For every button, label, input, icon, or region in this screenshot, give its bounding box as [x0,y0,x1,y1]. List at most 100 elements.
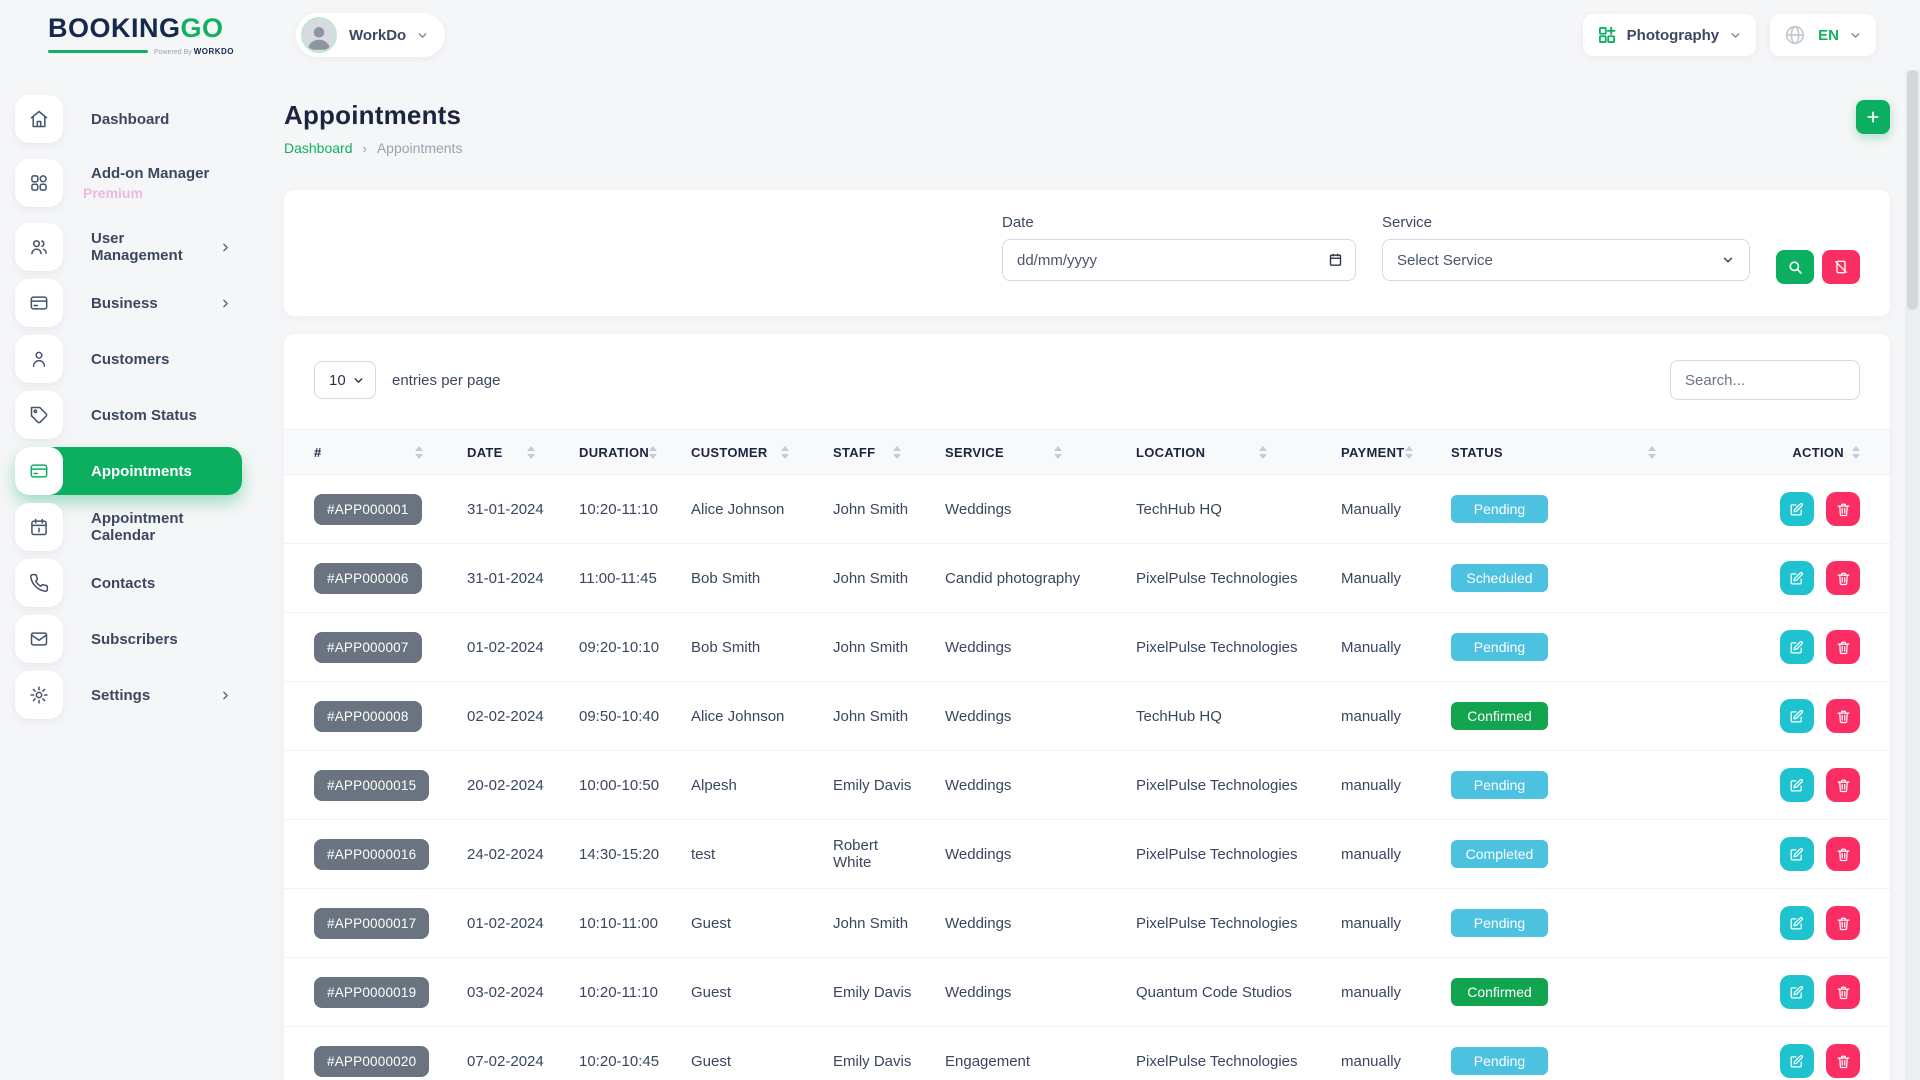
delete-button[interactable] [1826,768,1860,802]
trash-icon [1836,571,1851,586]
chevron-right-icon [219,297,232,310]
date-cell: 01-02-2024 [437,889,549,958]
entries-per-page-label: entries per page [392,372,500,389]
action-cell [1700,475,1890,544]
sidebar-item-appointment-calendar[interactable]: Appointment Calendar [15,503,242,551]
delete-button[interactable] [1826,561,1860,595]
edit-button[interactable] [1780,837,1814,871]
appointment-id-badge: #APP000007 [314,632,422,663]
date-input[interactable] [1002,239,1356,281]
main-content: Appointments Dashboard › Appointments D [266,70,1920,1080]
workspace-dropdown[interactable]: WorkDo [296,13,445,57]
table-row: #APP000001 31-01-2024 10:20-11:10 Alice … [284,475,1890,544]
breadcrumb: Dashboard › Appointments [284,140,462,156]
appointment-id-cell: #APP000006 [284,544,437,613]
edit-button[interactable] [1780,975,1814,1009]
table-row: #APP000008 02-02-2024 09:50-10:40 Alice … [284,682,1890,751]
col-header-customer[interactable]: CUSTOMER [661,430,803,475]
edit-button[interactable] [1780,630,1814,664]
payment-cell: Manually [1311,613,1421,682]
service-cell: Weddings [915,751,1106,820]
appointment-id-badge: #APP0000017 [314,908,429,939]
service-select[interactable]: Select Service [1382,239,1750,281]
action-cell [1700,889,1890,958]
language-switcher[interactable]: EN [1770,14,1876,56]
col-header-date[interactable]: DATE [437,430,549,475]
payment-cell: manually [1311,751,1421,820]
topbar: BOOKINGGO Powered By WORKDO WorkDo Photo… [0,0,1920,70]
sidebar-item-business[interactable]: Business [15,279,242,327]
edit-button[interactable] [1780,561,1814,595]
apply-filter-button[interactable] [1776,250,1814,284]
appointments-table: # DATE DURATION CUSTOMER STAFF SERVICE L… [284,429,1890,1080]
sidebar-item-contacts[interactable]: Contacts [15,559,242,607]
duration-cell: 11:00-11:45 [549,544,661,613]
payment-cell: Manually [1311,544,1421,613]
delete-button[interactable] [1826,1044,1860,1078]
module-label: Photography [1627,27,1720,44]
sidebar-item-subscribers[interactable]: Subscribers [15,615,242,663]
service-cell: Weddings [915,475,1106,544]
delete-button[interactable] [1826,630,1860,664]
page-scrollbar[interactable] [1905,70,1920,1080]
phone-icon [15,559,63,607]
col-header-staff[interactable]: STAFF [803,430,915,475]
col-header-status[interactable]: STATUS [1421,430,1700,475]
edit-icon [1789,778,1804,793]
payment-cell: manually [1311,820,1421,889]
table-row: #APP000007 01-02-2024 09:20-10:10 Bob Sm… [284,613,1890,682]
service-cell: Weddings [915,958,1106,1027]
edit-button[interactable] [1780,906,1814,940]
delete-button[interactable] [1826,699,1860,733]
globe-icon [1784,24,1806,46]
add-appointment-button[interactable] [1856,100,1890,134]
location-cell: TechHub HQ [1106,682,1311,751]
chevron-down-icon [416,29,429,42]
customer-cell: Alice Johnson [661,475,803,544]
sidebar-item-custom-status[interactable]: Custom Status [15,391,242,439]
scrollbar-thumb[interactable] [1907,70,1918,310]
module-switcher[interactable]: Photography [1583,14,1757,56]
col-header-action[interactable]: ACTION [1700,430,1890,475]
sidebar-item-addon-manager[interactable]: Add-on Manager Premium [15,151,242,215]
breadcrumb-dashboard-link[interactable]: Dashboard [284,140,353,156]
delete-button[interactable] [1826,906,1860,940]
edit-button[interactable] [1780,699,1814,733]
trash-icon [1836,847,1851,862]
status-badge: Completed [1451,840,1548,868]
delete-button[interactable] [1826,492,1860,526]
language-label: EN [1818,27,1839,44]
appointment-id-cell: #APP000001 [284,475,437,544]
table-row: #APP000006 31-01-2024 11:00-11:45 Bob Sm… [284,544,1890,613]
table-search-input[interactable] [1670,360,1860,400]
col-header-duration[interactable]: DURATION [549,430,661,475]
edit-button[interactable] [1780,492,1814,526]
status-badge: Scheduled [1451,564,1548,592]
duration-cell: 14:30-15:20 [549,820,661,889]
delete-button[interactable] [1826,837,1860,871]
date-cell: 20-02-2024 [437,751,549,820]
col-header-payment[interactable]: PAYMENT [1311,430,1421,475]
payment-cell: manually [1311,682,1421,751]
edit-button[interactable] [1780,768,1814,802]
reset-filter-button[interactable] [1822,250,1860,284]
sidebar-item-settings[interactable]: Settings [15,671,242,719]
appointment-id-badge: #APP000008 [314,701,422,732]
sidebar-item-customers[interactable]: Customers [15,335,242,383]
sidebar-item-dashboard[interactable]: Dashboard [15,95,242,143]
sidebar-item-user-management[interactable]: User Management [15,223,242,271]
col-header-location[interactable]: LOCATION [1106,430,1311,475]
calendar-picker-icon[interactable] [1328,252,1343,267]
powered-by-text: Powered By WORKDO [154,47,234,56]
staff-cell: John Smith [803,889,915,958]
sidebar-item-appointments[interactable]: Appointments [15,447,242,495]
table-row: #APP0000016 24-02-2024 14:30-15:20 test … [284,820,1890,889]
edit-button[interactable] [1780,1044,1814,1078]
page-header: Appointments Dashboard › Appointments [284,100,1890,156]
brand-logo[interactable]: BOOKINGGO Powered By WORKDO [0,15,266,56]
delete-button[interactable] [1826,975,1860,1009]
col-header-service[interactable]: SERVICE [915,430,1106,475]
entries-per-page-select[interactable]: 10 [314,361,376,399]
col-header-id[interactable]: # [284,430,437,475]
payment-cell: manually [1311,958,1421,1027]
